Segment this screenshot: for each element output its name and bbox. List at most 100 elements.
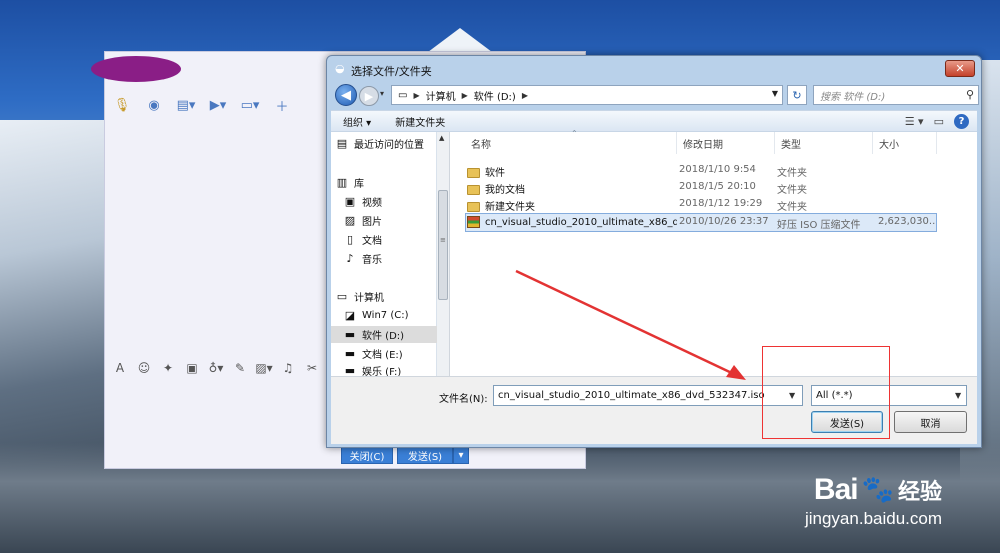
scrollbar-thumb[interactable] (438, 190, 448, 300)
baidu-watermark: Bai 🐾 经验 (814, 473, 942, 507)
watermark-brand: Bai (813, 473, 859, 506)
column-header-type[interactable]: 类型 (775, 132, 873, 154)
nav-item-drive-f[interactable]: ▬ 娱乐 (F:) (343, 364, 445, 376)
video-icon: ▣ (344, 195, 356, 208)
organize-menu[interactable]: 组织 ▾ (331, 114, 383, 129)
new-folder-button[interactable]: 新建文件夹 (383, 114, 457, 129)
nav-item-label: 软件 (D:) (362, 331, 405, 342)
column-header-name[interactable]: 名称 (465, 132, 677, 154)
nav-item-video[interactable]: ▣ 视频 (343, 193, 445, 210)
column-header-size[interactable]: 大小 (873, 132, 937, 154)
chevron-right-icon[interactable]: ▶ (462, 91, 468, 100)
nav-item-label: 视频 (362, 198, 382, 209)
recent-icon: ▤ (336, 137, 348, 150)
file-name: cn_visual_studio_2010_ultimate_x86_d... (485, 217, 677, 228)
folder-icon (467, 168, 480, 178)
file-name: 我的文档 (485, 185, 525, 196)
voice-call-icon[interactable]: 🎙 (111, 96, 133, 114)
file-row[interactable]: 新建文件夹 2018/1/12 19:29 文件夹 (465, 196, 937, 213)
nav-item-documents[interactable]: ▯ 文档 (343, 231, 445, 248)
nav-item-pictures[interactable]: ▨ 图片 (343, 212, 445, 229)
nav-item-drive-d[interactable]: ▬ 软件 (D:) (331, 326, 437, 343)
computer-icon: ▭ (336, 290, 348, 303)
drive-icon: ▭ (398, 89, 408, 101)
nav-item-computer[interactable]: ▭ 计算机 (335, 288, 437, 305)
file-size: 2,623,030... (878, 216, 936, 227)
shake-icon[interactable]: ✦ (159, 360, 177, 376)
nav-item-library[interactable]: ▥ 库 (335, 174, 437, 191)
file-type: 文件夹 (777, 202, 807, 213)
arrow-head (726, 365, 746, 380)
file-date: 2018/1/10 9:54 (679, 164, 756, 175)
nav-item-label: 文档 (362, 236, 382, 247)
drive-icon: ▬ (344, 364, 356, 376)
file-row-selected[interactable]: cn_visual_studio_2010_ultimate_x86_d... … (465, 213, 937, 232)
remote-desktop-icon[interactable]: ▭▾ (239, 96, 261, 114)
filename-input[interactable]: cn_visual_studio_2010_ultimate_x86_dvd_5… (493, 385, 803, 406)
chat-send-button[interactable]: 发送(S) (397, 446, 453, 464)
file-date: 2018/1/12 19:29 (679, 198, 763, 209)
edit-icon[interactable]: ✎ (231, 360, 249, 376)
address-bar[interactable]: ▭ ▶ 计算机 ▶ 软件 (D:) ▶ ▼ (391, 85, 783, 105)
nav-item-label: 音乐 (362, 255, 382, 266)
file-date: 2010/10/26 23:37 (679, 216, 769, 227)
search-icon[interactable]: ⚲ (966, 88, 974, 101)
library-icon: ▥ (336, 176, 348, 189)
column-header-date[interactable]: 修改日期 (677, 132, 775, 154)
file-date: 2018/1/5 20:10 (679, 181, 756, 192)
nav-item-music[interactable]: ♪ 音乐 (343, 250, 445, 267)
windows-drive-icon: ◪ (344, 309, 356, 322)
file-type: 文件夹 (777, 185, 807, 196)
nav-item-drive-c[interactable]: ◪ Win7 (C:) (343, 307, 445, 324)
address-dropdown-icon[interactable]: ▼ (772, 89, 778, 98)
scissors-icon[interactable]: ✂ (303, 360, 321, 376)
address-segment-computer[interactable]: 计算机 (426, 88, 456, 103)
nav-item-drive-e[interactable]: ▬ 文档 (E:) (343, 345, 445, 362)
music-note-icon[interactable]: ♫ (279, 360, 297, 376)
navigation-scrollbar[interactable]: ▲ ≡ (437, 132, 450, 376)
emoji-icon[interactable]: ☺ (135, 360, 153, 376)
cancel-button[interactable]: 取消 (894, 411, 967, 433)
font-icon[interactable]: A (111, 360, 129, 376)
forward-arrow-icon[interactable]: ▶ (359, 86, 379, 106)
help-icon[interactable]: ? (954, 114, 969, 129)
refresh-icon[interactable]: ↻ (787, 85, 807, 105)
drive-icon: ▬ (344, 347, 356, 360)
scroll-grip-icon: ≡ (440, 236, 446, 244)
nav-item-recent[interactable]: ▤ 最近访问的位置 (335, 135, 437, 152)
preview-pane-icon[interactable]: ▭ (934, 115, 944, 128)
file-row[interactable]: 我的文档 2018/1/5 20:10 文件夹 (465, 179, 937, 196)
filetype-dropdown-icon[interactable]: ▼ (955, 391, 961, 400)
chat-close-button[interactable]: 关闭(C) (341, 446, 393, 464)
file-name: 软件 (485, 168, 505, 179)
command-bar: 组织 ▾ 新建文件夹 ☰ ▾ ▭ ? (331, 110, 977, 132)
view-options-icon[interactable]: ☰ ▾ (905, 115, 924, 128)
scroll-up-icon[interactable]: ▲ (439, 134, 444, 142)
gif-icon[interactable]: ▣ (183, 360, 201, 376)
dialog-titlebar: ◒ 选择文件/文件夹 ✕ (327, 56, 981, 82)
folder-icon (467, 185, 480, 195)
history-dropdown-icon[interactable]: ▾ (380, 89, 384, 98)
file-row[interactable]: 软件 2018/1/10 9:54 文件夹 (465, 162, 937, 179)
chevron-right-icon[interactable]: ▶ (413, 91, 419, 100)
dialog-title: 选择文件/文件夹 (351, 65, 432, 78)
filename-label: 文件名(N): (439, 394, 488, 405)
chevron-right-icon[interactable]: ▶ (522, 91, 528, 100)
back-arrow-icon[interactable]: ◀ (335, 84, 357, 106)
nav-item-label: 库 (354, 179, 364, 190)
annotation-highlight-box (762, 346, 890, 439)
navigation-pane: ▤ 最近访问的位置 ▥ 库 ▣ 视频 ▨ 图片 ▯ 文档 ♪ 音乐 ▭ 计算机 ◪ Win7 (… (331, 132, 437, 376)
search-input[interactable]: 搜索 软件 (D:) ⚲ (813, 85, 979, 105)
paw-icon: 🐾 (861, 475, 894, 505)
image-icon[interactable]: ▨▾ (255, 360, 273, 376)
archive-icon (467, 216, 480, 228)
add-app-icon[interactable]: ＋ (271, 96, 293, 115)
dialog-close-button[interactable]: ✕ (945, 60, 975, 77)
chat-toolbar: 🎙 ◉ ▤▾ ▶▾ ▭▾ ＋ (111, 96, 293, 115)
address-segment-drive-d[interactable]: 软件 (D:) (474, 88, 516, 103)
voice-message-icon[interactable]: ♁▾ (207, 360, 225, 376)
chat-send-dropdown[interactable]: ▾ (453, 446, 469, 464)
send-file-icon[interactable]: ▶▾ (207, 96, 229, 114)
video-call-icon[interactable]: ◉ (143, 96, 165, 114)
screen-share-icon[interactable]: ▤▾ (175, 96, 197, 114)
